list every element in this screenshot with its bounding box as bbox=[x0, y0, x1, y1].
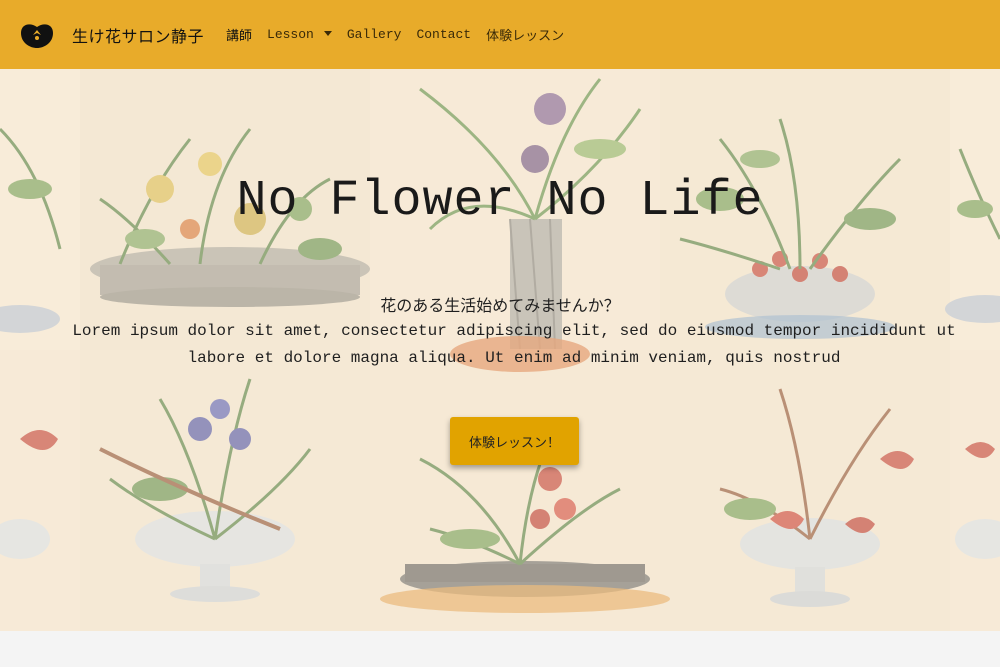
nav-link-instructor[interactable]: 講師 bbox=[226, 25, 252, 44]
nav-link-lesson[interactable]: Lesson bbox=[267, 27, 332, 42]
chevron-down-icon bbox=[323, 31, 332, 36]
hero-section: No Flower No Life 花のある生活始めてみませんか？ Lorem … bbox=[0, 69, 1000, 631]
hero-content: No Flower No Life 花のある生活始めてみませんか？ Lorem … bbox=[0, 69, 1000, 631]
persimmon-logo-icon bbox=[21, 23, 53, 48]
nav-links: 講師 Lesson Gallery Contact 体験レッスン bbox=[226, 25, 579, 44]
nav-link-gallery[interactable]: Gallery bbox=[347, 27, 402, 42]
brand-link[interactable]: 生け花サロン静子 bbox=[20, 21, 204, 49]
nav-link-trial-lesson[interactable]: 体験レッスン bbox=[486, 25, 564, 44]
navbar: 生け花サロン静子 講師 Lesson Gallery Contact 体験レッス… bbox=[0, 0, 1000, 69]
brand-title: 生け花サロン静子 bbox=[72, 26, 205, 46]
nav-link-lesson-label: Lesson bbox=[267, 27, 314, 42]
trial-lesson-button[interactable]: 体験レッスン！ bbox=[450, 417, 579, 465]
nav-link-contact[interactable]: Contact bbox=[416, 27, 471, 42]
hero-title: No Flower No Life bbox=[236, 173, 764, 230]
hero-subtitle: 花のある生活始めてみませんか？ bbox=[380, 296, 620, 315]
page-bottom-area bbox=[0, 631, 1000, 667]
hero-description: Lorem ipsum dolor sit amet, consectetur … bbox=[72, 322, 956, 367]
